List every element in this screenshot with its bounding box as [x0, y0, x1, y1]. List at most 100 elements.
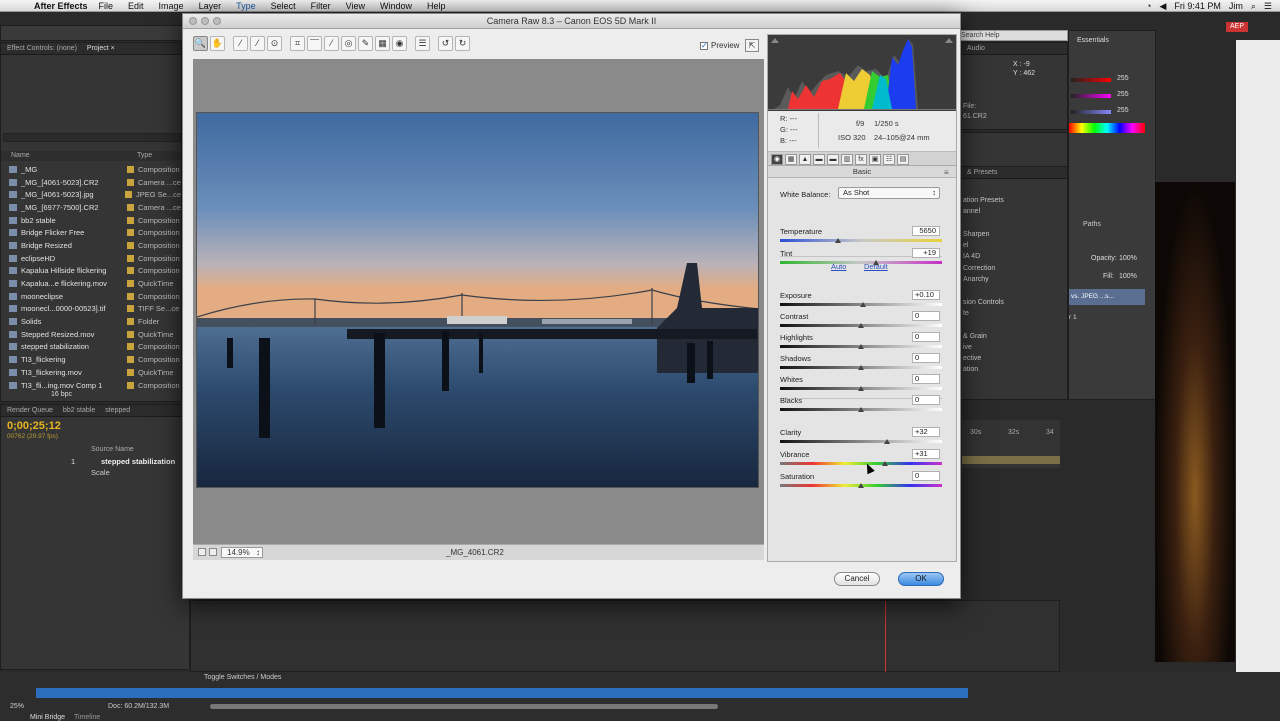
- clarity-value-field[interactable]: +32: [912, 427, 940, 437]
- bb2-tab[interactable]: bb2 stable: [63, 407, 95, 414]
- color-spectrum[interactable]: [1069, 123, 1145, 133]
- photo-preview[interactable]: [196, 112, 759, 488]
- preset-item[interactable]: ive: [963, 344, 1004, 355]
- menu-filter[interactable]: Filter: [311, 1, 331, 11]
- rotate-left-icon[interactable]: ↺: [438, 36, 453, 51]
- menu-window[interactable]: Window: [380, 1, 412, 11]
- toggle-switches[interactable]: Toggle Switches / Modes: [204, 674, 281, 681]
- vibrance-slider[interactable]: [780, 462, 942, 465]
- preferences-icon[interactable]: ☰: [415, 36, 430, 51]
- whites-value-field[interactable]: 0: [912, 374, 940, 384]
- highlights-slider-thumb[interactable]: [858, 344, 864, 349]
- lens-corrections-tab-icon[interactable]: ▥: [841, 154, 853, 165]
- project-item[interactable]: _MG Composition: [1, 163, 181, 176]
- project-item[interactable]: stepped stabilization Composition: [1, 341, 181, 354]
- project-item[interactable]: eclipseHD Composition: [1, 252, 181, 265]
- zoom-out-button[interactable]: [198, 548, 206, 556]
- project-item[interactable]: mooneclipse Composition: [1, 290, 181, 303]
- stepped-tab[interactable]: stepped: [105, 407, 130, 414]
- hand-icon[interactable]: ✋: [210, 36, 225, 51]
- zoom-window-button[interactable]: [213, 17, 221, 25]
- project-item[interactable]: Solids Folder: [1, 315, 181, 328]
- project-item[interactable]: Bridge Resized Composition: [1, 239, 181, 252]
- search-help-box[interactable]: Search Help: [958, 30, 1068, 41]
- preset-item[interactable]: IA 4D: [963, 253, 1004, 264]
- zoom-select[interactable]: 14.9% ↕: [221, 547, 263, 558]
- search-icon[interactable]: ⌕: [1251, 1, 1256, 12]
- zoom-in-button[interactable]: [209, 548, 217, 556]
- temperature-slider-thumb[interactable]: [835, 238, 842, 243]
- red-eye-icon[interactable]: ◎: [341, 36, 356, 51]
- presets-tab[interactable]: & Presets: [961, 167, 1067, 179]
- scale-property[interactable]: Scale: [91, 468, 110, 477]
- project-item[interactable]: moonecl...0000-00523].tif TIFF Se...ce: [1, 303, 181, 316]
- app-menu[interactable]: After Effects: [34, 1, 88, 11]
- minimize-window-button[interactable]: [201, 17, 209, 25]
- menu-type[interactable]: Type: [236, 1, 256, 11]
- project-item[interactable]: _MG_[4061-5023].jpg JPEG Se...ce: [1, 188, 181, 201]
- scroll-bar[interactable]: [210, 704, 718, 709]
- opacity-value[interactable]: 100%: [1119, 255, 1137, 262]
- whites-slider-thumb[interactable]: [858, 386, 864, 391]
- camera-calibration-tab-icon[interactable]: ▣: [869, 154, 881, 165]
- volume-icon[interactable]: ◀: [1159, 1, 1166, 12]
- menu-image[interactable]: Image: [159, 1, 184, 11]
- project-item[interactable]: Bridge Flicker Free Composition: [1, 226, 181, 239]
- blacks-slider-thumb[interactable]: [858, 407, 864, 412]
- shadows-value-field[interactable]: 0: [912, 353, 940, 363]
- effect-controls-tab[interactable]: Effect Controls: (none): [7, 45, 77, 52]
- project-item[interactable]: Stepped Resized.mov QuickTime: [1, 328, 181, 341]
- layer-item[interactable]: vs. JPEG ...s...: [1069, 289, 1145, 305]
- project-item[interactable]: TI3_flickering.mov QuickTime: [1, 366, 181, 379]
- tone-curve-tab-icon[interactable]: ▦: [785, 154, 797, 165]
- preset-item[interactable]: [963, 321, 1004, 332]
- target-adjust-icon[interactable]: ⊙: [267, 36, 282, 51]
- adjustment-brush-icon[interactable]: ✎: [358, 36, 373, 51]
- fill-value[interactable]: 100%: [1119, 273, 1137, 280]
- user-name[interactable]: Jim: [1229, 1, 1243, 11]
- project-item[interactable]: TI3_flickering Composition: [1, 353, 181, 366]
- ok-button[interactable]: OK: [898, 572, 944, 586]
- preview-toggle[interactable]: ✓ Preview: [700, 41, 739, 50]
- white-balance-select[interactable]: As Shot ↕: [838, 187, 940, 199]
- spot-removal-icon[interactable]: ⁄: [324, 36, 339, 51]
- preset-item[interactable]: Sharpen: [963, 231, 1004, 242]
- zoom-icon[interactable]: 🔍: [193, 36, 208, 51]
- straighten-icon[interactable]: ⎺: [307, 36, 322, 51]
- preset-item[interactable]: ation: [963, 366, 1004, 377]
- layer-item-2[interactable]: r 1: [1069, 314, 1077, 321]
- vibrance-value-field[interactable]: +31: [912, 449, 940, 459]
- split-toning-tab-icon[interactable]: ▬: [827, 154, 839, 165]
- preset-item[interactable]: ective: [963, 355, 1004, 366]
- menu-layer[interactable]: Layer: [199, 1, 222, 11]
- list-icon[interactable]: ☰: [1264, 1, 1272, 12]
- menu-help[interactable]: Help: [427, 1, 446, 11]
- saturation-value-field[interactable]: 0: [912, 471, 940, 481]
- contrast-value-field[interactable]: 0: [912, 311, 940, 321]
- project-item[interactable]: _MG_[4061-5023].CR2 Camera ...ce: [1, 176, 181, 189]
- preset-item[interactable]: el: [963, 242, 1004, 253]
- zoom-level[interactable]: 25%: [10, 703, 24, 710]
- tint-slider-thumb[interactable]: [872, 260, 879, 265]
- clock[interactable]: Fri 9:41 PM: [1174, 1, 1221, 11]
- preview-checkbox[interactable]: ✓: [700, 41, 708, 50]
- preset-item[interactable]: Correction: [963, 265, 1004, 276]
- snapshots-tab-icon[interactable]: ▤: [897, 154, 909, 165]
- cancel-button[interactable]: Cancel: [834, 572, 880, 586]
- render-queue-tab[interactable]: Render Queue: [7, 407, 53, 414]
- preset-item[interactable]: [963, 287, 1004, 298]
- close-window-button[interactable]: [189, 17, 197, 25]
- preset-item[interactable]: te: [963, 310, 1004, 321]
- panel-menu-icon[interactable]: ≡: [944, 168, 949, 177]
- name-col[interactable]: Name: [11, 152, 30, 159]
- basic-tab-icon[interactable]: ◉: [771, 154, 783, 165]
- graduated-filter-icon[interactable]: ▦: [375, 36, 390, 51]
- layer-bar[interactable]: [962, 456, 1060, 464]
- temperature-slider[interactable]: [780, 239, 942, 242]
- highlights-value-field[interactable]: 0: [912, 332, 940, 342]
- menu-file[interactable]: File: [99, 1, 114, 11]
- crop-icon[interactable]: ⌗: [290, 36, 305, 51]
- paths-tab[interactable]: Paths: [1083, 221, 1101, 228]
- radial-filter-icon[interactable]: ◉: [392, 36, 407, 51]
- blacks-value-field[interactable]: 0: [912, 395, 940, 405]
